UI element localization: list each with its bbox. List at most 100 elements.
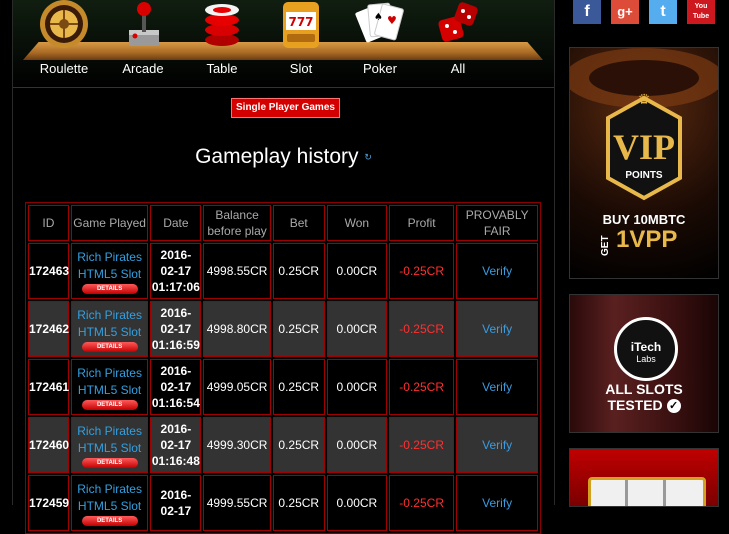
- cell-won: 0.00CR: [326, 475, 387, 531]
- cell-game: Rich Pirates HTML5 Slot DETAILS: [70, 475, 149, 531]
- svg-text:♛: ♛: [638, 92, 651, 108]
- vip-get-text: GET: [600, 235, 611, 256]
- page-title-text: Gameplay history: [195, 145, 359, 168]
- itech-labs-ad[interactable]: iTech Labs ALL SLOTS TESTED ✓: [569, 294, 719, 433]
- category-slot[interactable]: 777 Slot: [256, 0, 346, 76]
- youtube-icon[interactable]: You Tube: [687, 0, 715, 24]
- cell-bet: 0.25CR: [272, 243, 325, 299]
- cell-bet: 0.25CR: [272, 417, 325, 473]
- details-button[interactable]: DETAILS: [81, 341, 138, 352]
- game-link[interactable]: Rich Pirates: [77, 366, 142, 380]
- category-label: All: [450, 61, 466, 76]
- game-link[interactable]: Rich Pirates: [77, 482, 142, 496]
- category-roulette[interactable]: Roulette: [19, 0, 109, 76]
- game-link[interactable]: HTML5 Slot: [78, 441, 141, 455]
- tested-text: TESTED: [607, 397, 663, 413]
- details-button[interactable]: DETAILS: [81, 283, 138, 294]
- cell-date: 2016- 02-17 01:17:06: [150, 243, 202, 299]
- roulette-icon: [36, 0, 92, 54]
- table-row: 172462 Rich Pirates HTML5 Slot DETAILS 2…: [28, 301, 538, 357]
- svg-text:777: 777: [288, 15, 313, 29]
- svg-text:♠: ♠: [374, 12, 383, 23]
- cell-bet: 0.25CR: [272, 359, 325, 415]
- details-button[interactable]: DETAILS: [81, 399, 138, 410]
- chips-icon: [194, 0, 250, 54]
- header-bet: Bet: [272, 205, 325, 241]
- table-row: 172460 Rich Pirates HTML5 Slot DETAILS 2…: [28, 417, 538, 473]
- vip-reward-text: 1VPP: [616, 226, 678, 253]
- cell-balance: 4998.80CR: [203, 301, 271, 357]
- single-player-games-button[interactable]: Single Player Games: [231, 98, 340, 118]
- verify-link[interactable]: Verify: [456, 301, 538, 357]
- date-part: 2016-: [160, 364, 192, 378]
- header-game-played: Game Played: [70, 205, 149, 241]
- cards-icon: ♥ ♠: [352, 0, 408, 54]
- category-label: Arcade: [122, 61, 164, 76]
- cell-balance: 4999.30CR: [203, 417, 271, 473]
- cell-profit: -0.25CR: [388, 417, 455, 473]
- game-link[interactable]: Rich Pirates: [77, 250, 142, 264]
- header-id: ID: [28, 205, 69, 241]
- header-profit: Profit: [388, 205, 455, 241]
- cell-game: Rich Pirates HTML5 Slot DETAILS: [70, 243, 149, 299]
- date-part: 02-17: [160, 438, 192, 452]
- time-part: 01:16:48: [151, 454, 200, 468]
- game-link[interactable]: HTML5 Slot: [78, 325, 141, 339]
- category-arcade[interactable]: Arcade: [98, 0, 188, 76]
- game-link[interactable]: Rich Pirates: [77, 308, 142, 322]
- verify-link[interactable]: Verify: [456, 243, 538, 299]
- category-label: Slot: [289, 61, 313, 76]
- main-column: Roulette Arcade Table 777 Slot ♥ ♠ Poker…: [12, 0, 555, 534]
- cell-id: 172459: [28, 475, 69, 531]
- cell-date: 2016- 02-17: [150, 475, 202, 531]
- date-part: 2016-: [160, 306, 192, 320]
- date-part: 02-17: [160, 504, 192, 518]
- cell-id: 172463: [28, 243, 69, 299]
- itech-labs-text: Labs: [636, 354, 656, 364]
- cell-balance: 4998.55CR: [203, 243, 271, 299]
- verify-link[interactable]: Verify: [456, 359, 538, 415]
- category-all[interactable]: All: [413, 0, 503, 76]
- joystick-icon: [115, 0, 171, 54]
- tested-row: TESTED ✓: [570, 397, 718, 414]
- verify-link[interactable]: Verify: [456, 417, 538, 473]
- facebook-icon[interactable]: f: [573, 0, 601, 24]
- category-poker[interactable]: ♥ ♠ Poker: [335, 0, 425, 76]
- table-row: 172459 Rich Pirates HTML5 Slot DETAILS 2…: [28, 475, 538, 531]
- date-part: 2016-: [160, 488, 192, 502]
- cell-profit: -0.25CR: [388, 301, 455, 357]
- slot-machine-ad[interactable]: [569, 448, 719, 507]
- time-part: 01:17:06: [151, 280, 200, 294]
- refresh-icon[interactable]: ↻: [364, 152, 372, 162]
- cell-game: Rich Pirates HTML5 Slot DETAILS: [70, 417, 149, 473]
- vip-points-ad[interactable]: ♛ VIP POINTS BUY 10MBTC GET 1VPP: [569, 47, 719, 279]
- game-link[interactable]: HTML5 Slot: [78, 383, 141, 397]
- cell-id: 172460: [28, 417, 69, 473]
- cell-date: 2016- 02-17 01:16:54: [150, 359, 202, 415]
- table-header-row: ID Game Played Date Balance before play …: [28, 205, 538, 241]
- slot-machine-icon: 777: [273, 0, 329, 54]
- header-divider: [13, 87, 554, 88]
- header-provably-fair: PROVABLY FAIR: [456, 205, 538, 241]
- gameplay-history-table: ID Game Played Date Balance before play …: [25, 202, 541, 534]
- game-link[interactable]: HTML5 Slot: [78, 499, 141, 513]
- verify-link[interactable]: Verify: [456, 475, 538, 531]
- time-part: 01:16:59: [151, 338, 200, 352]
- game-link[interactable]: Rich Pirates: [77, 424, 142, 438]
- google-plus-icon[interactable]: g+: [611, 0, 639, 24]
- cell-balance: 4999.55CR: [203, 475, 271, 531]
- game-link[interactable]: HTML5 Slot: [78, 267, 141, 281]
- cell-balance: 4999.05CR: [203, 359, 271, 415]
- all-slots-text: ALL SLOTS: [605, 381, 683, 397]
- page-title: Gameplay history ↻: [13, 145, 554, 169]
- cell-date: 2016- 02-17 01:16:59: [150, 301, 202, 357]
- header-date: Date: [150, 205, 202, 241]
- twitter-icon[interactable]: t: [649, 0, 677, 24]
- dice-icon: [430, 0, 486, 54]
- category-table[interactable]: Table: [177, 0, 267, 76]
- cell-date: 2016- 02-17 01:16:48: [150, 417, 202, 473]
- details-button[interactable]: DETAILS: [81, 457, 138, 468]
- cell-id: 172461: [28, 359, 69, 415]
- details-button[interactable]: DETAILS: [81, 515, 138, 526]
- cell-id: 172462: [28, 301, 69, 357]
